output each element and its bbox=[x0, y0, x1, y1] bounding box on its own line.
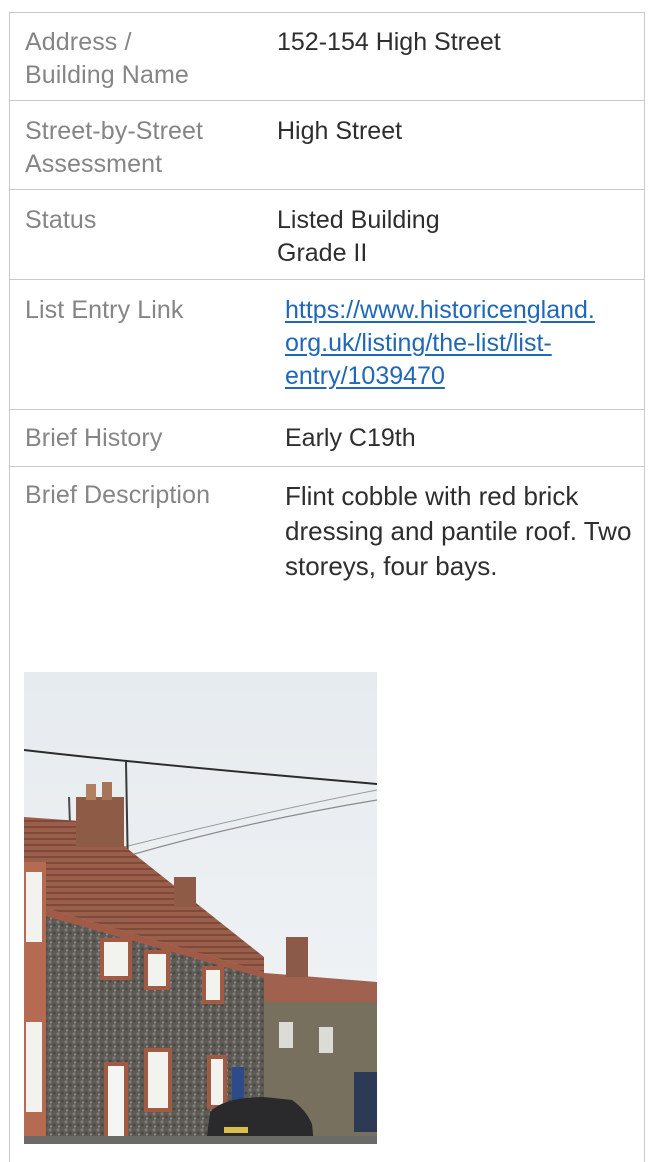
street-assessment-label: Street-by-Street Assessment bbox=[25, 115, 251, 181]
brief-description-line-3: storeys, four bays. bbox=[285, 551, 498, 581]
photo-window-7 bbox=[26, 1022, 42, 1112]
list-entry-row: List Entry Link https://www.historicengl… bbox=[9, 280, 645, 410]
brief-history-label: Brief History bbox=[25, 424, 163, 452]
building-record-page: Address / Building Name 152-154 High Str… bbox=[0, 0, 654, 1162]
building-photo bbox=[24, 672, 377, 1144]
brief-description-value: Flint cobble with red brick dressing and… bbox=[285, 479, 645, 584]
photo-window-5 bbox=[144, 1048, 172, 1112]
photo-door-1 bbox=[104, 1062, 128, 1144]
photo-window-4 bbox=[26, 872, 42, 942]
photo-ground bbox=[24, 1136, 377, 1144]
street-assessment-label-line-2: Assessment bbox=[25, 150, 163, 178]
list-entry-link-line-3[interactable]: entry/1039470 bbox=[285, 360, 645, 393]
photo-window-6 bbox=[207, 1055, 227, 1109]
address-row: Address / Building Name 152-154 High Str… bbox=[9, 12, 645, 101]
photo-window-1 bbox=[100, 938, 132, 980]
status-label: Status bbox=[25, 206, 97, 234]
brief-history-value: Early C19th bbox=[285, 424, 416, 452]
brief-description-line-1: Flint cobble with red brick bbox=[285, 481, 579, 511]
status-value-line-1: Listed Building bbox=[277, 206, 440, 234]
address-label-line-1: Address / bbox=[25, 28, 132, 56]
list-entry-value: https://www.historicengland. org.uk/list… bbox=[285, 294, 645, 393]
address-label-line-2: Building Name bbox=[25, 61, 189, 89]
photo-chimney-2 bbox=[174, 877, 196, 907]
street-assessment-label-line-1: Street-by-Street bbox=[25, 117, 204, 145]
photo-chimney-1 bbox=[76, 797, 124, 847]
brief-history-row: Brief History Early C19th bbox=[9, 410, 645, 467]
address-value: 152-154 High Street bbox=[277, 28, 501, 56]
brief-description-line-2: dressing and pantile roof. Two bbox=[285, 516, 632, 546]
status-row: Status Listed Building Grade II bbox=[9, 190, 645, 280]
street-assessment-row: Street-by-Street Assessment High Street bbox=[9, 101, 645, 190]
street-assessment-value: High Street bbox=[277, 117, 403, 145]
list-entry-link-line-2[interactable]: org.uk/listing/the-list/list- bbox=[285, 327, 645, 360]
photo-rear-chimney bbox=[286, 937, 308, 977]
list-entry-link-line-1[interactable]: https://www.historicengland. bbox=[285, 294, 645, 327]
brief-description-label: Brief Description bbox=[25, 481, 211, 509]
photo-window-3 bbox=[202, 966, 224, 1004]
brief-description-row: Brief Description Flint cobble with red … bbox=[9, 467, 645, 627]
list-entry-label: List Entry Link bbox=[25, 296, 184, 324]
address-label: Address / Building Name bbox=[25, 26, 251, 92]
status-value-line-2: Grade II bbox=[277, 239, 368, 267]
photo-window-2 bbox=[144, 950, 170, 990]
status-value: Listed Building Grade II bbox=[277, 204, 637, 270]
